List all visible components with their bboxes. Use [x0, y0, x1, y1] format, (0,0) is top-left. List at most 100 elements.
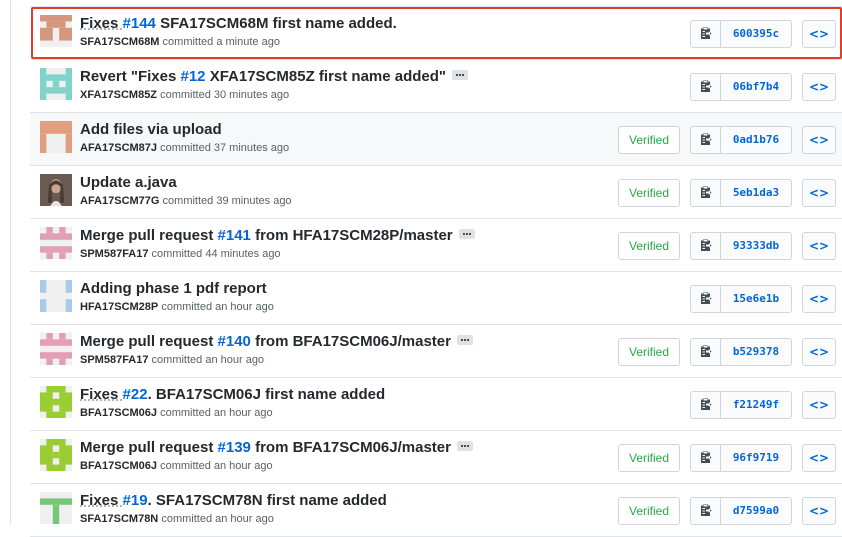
- commit-meta: AFA17SCM77G committed 39 minutes ago: [80, 195, 292, 207]
- copy-sha-button[interactable]: [691, 74, 721, 100]
- copy-sha-button[interactable]: [691, 498, 721, 524]
- author-avatar[interactable]: [40, 333, 72, 365]
- browse-repo-at-commit-button[interactable]: <>: [802, 179, 836, 207]
- issue-link[interactable]: #141: [218, 227, 251, 244]
- commit-message-link[interactable]: from BFA17SCM06J/master: [251, 333, 451, 350]
- issue-link[interactable]: #22: [123, 386, 148, 403]
- commit-message: Update a.java: [80, 174, 542, 192]
- issue-link[interactable]: #12: [181, 68, 206, 85]
- commit-row: Fixes #22. BFA17SCM06J first name added B…: [30, 378, 842, 431]
- expand-message-ellipsis-icon[interactable]: [458, 229, 475, 240]
- commit-sha-link[interactable]: b529378: [721, 339, 791, 365]
- copy-sha-button[interactable]: [691, 286, 721, 312]
- commit-author-link[interactable]: XFA17SCM85Z: [80, 89, 157, 101]
- commit-author-link[interactable]: AFA17SCM77G: [80, 195, 159, 207]
- verified-badge[interactable]: Verified: [618, 179, 680, 207]
- browse-repo-at-commit-button[interactable]: <>: [802, 391, 836, 419]
- commit-author-link[interactable]: BFA17SCM06J: [80, 460, 157, 472]
- commit-author-link[interactable]: SFA17SCM78N: [80, 513, 158, 525]
- commit-time: committed an hour ago: [158, 301, 274, 313]
- commit-sha-link[interactable]: d7599a0: [721, 498, 791, 524]
- author-avatar[interactable]: [40, 492, 72, 524]
- copy-sha-button[interactable]: [691, 233, 721, 259]
- clipboard-icon: [700, 238, 712, 255]
- author-avatar[interactable]: [40, 121, 72, 153]
- expand-message-ellipsis-icon[interactable]: [456, 335, 473, 346]
- commit-message-link[interactable]: Fixes: [80, 492, 123, 509]
- commit-sha-link[interactable]: f21249f: [721, 392, 791, 418]
- commit-message-link[interactable]: Merge pull request: [80, 439, 218, 456]
- commit-message-link[interactable]: from HFA17SCM28P/master: [251, 227, 453, 244]
- author-avatar[interactable]: [40, 439, 72, 471]
- issue-link[interactable]: #139: [218, 439, 251, 456]
- commit-message-link[interactable]: Update a.java: [80, 174, 177, 191]
- author-avatar[interactable]: [40, 227, 72, 259]
- author-avatar[interactable]: [40, 174, 72, 206]
- commit-sha-link[interactable]: 5eb1da3: [721, 180, 791, 206]
- clipboard-icon: [700, 132, 712, 149]
- copy-sha-button[interactable]: [691, 21, 721, 47]
- issue-link[interactable]: #140: [218, 333, 251, 350]
- author-avatar[interactable]: [40, 386, 72, 418]
- expand-message-ellipsis-icon[interactable]: [456, 441, 473, 452]
- commit-message-link[interactable]: . SFA17SCM78N first name added: [148, 492, 387, 509]
- verified-badge[interactable]: Verified: [618, 126, 680, 154]
- commit-message-link[interactable]: . BFA17SCM06J first name added: [148, 386, 386, 403]
- browse-repo-at-commit-button[interactable]: <>: [802, 338, 836, 366]
- commit-row: Revert "Fixes #12 XFA17SCM85Z first name…: [30, 60, 842, 113]
- commit-row: Merge pull request #139 from BFA17SCM06J…: [30, 431, 842, 484]
- commit-sha-link[interactable]: 93333db: [721, 233, 791, 259]
- commit-sha-group: 0ad1b76: [690, 126, 792, 154]
- browse-repo-at-commit-button[interactable]: <>: [802, 232, 836, 260]
- commit-author-link[interactable]: AFA17SCM87J: [80, 142, 157, 154]
- commit-message: Add files via upload: [80, 121, 542, 139]
- commit-message-link[interactable]: from BFA17SCM06J/master: [251, 439, 451, 456]
- commit-sha-group: 93333db: [690, 232, 792, 260]
- author-avatar[interactable]: [40, 68, 72, 100]
- commit-sha-link[interactable]: 600395c: [721, 21, 791, 47]
- author-avatar[interactable]: [40, 15, 72, 47]
- browse-repo-at-commit-button[interactable]: <>: [802, 444, 836, 472]
- commit-author-link[interactable]: SPM587FA17: [80, 354, 148, 366]
- issue-link[interactable]: #144: [123, 15, 156, 32]
- commit-message-link[interactable]: Revert "Fixes: [80, 68, 181, 85]
- commit-author-link[interactable]: BFA17SCM06J: [80, 407, 157, 419]
- commit-message-link[interactable]: XFA17SCM85Z first name added": [206, 68, 446, 85]
- browse-repo-at-commit-button[interactable]: <>: [802, 497, 836, 525]
- verified-badge[interactable]: Verified: [618, 338, 680, 366]
- author-avatar[interactable]: [40, 280, 72, 312]
- commit-sha-group: d7599a0: [690, 497, 792, 525]
- commit-message-link[interactable]: Merge pull request: [80, 227, 218, 244]
- browse-repo-at-commit-button[interactable]: <>: [802, 285, 836, 313]
- commit-sha-link[interactable]: 96f9719: [721, 445, 791, 471]
- commit-author-link[interactable]: SPM587FA17: [80, 248, 148, 260]
- commit-message-link[interactable]: Merge pull request: [80, 333, 218, 350]
- browse-repo-at-commit-button[interactable]: <>: [802, 73, 836, 101]
- copy-sha-button[interactable]: [691, 445, 721, 471]
- commit-message-link[interactable]: Fixes: [80, 386, 123, 403]
- commit-sha-link[interactable]: 15e6e1b: [721, 286, 791, 312]
- commit-message-link[interactable]: Adding phase 1 pdf report: [80, 280, 267, 297]
- commit-message-link[interactable]: Fixes: [80, 15, 123, 32]
- commit-message-link[interactable]: SFA17SCM68M first name added.: [156, 15, 397, 32]
- clipboard-icon: [700, 450, 712, 467]
- clipboard-icon: [700, 291, 712, 308]
- issue-link[interactable]: #19: [123, 492, 148, 509]
- expand-message-ellipsis-icon[interactable]: [452, 70, 469, 81]
- commit-message-link[interactable]: Add files via upload: [80, 121, 222, 138]
- copy-sha-button[interactable]: [691, 127, 721, 153]
- copy-sha-button[interactable]: [691, 180, 721, 206]
- commit-meta: AFA17SCM87J committed 37 minutes ago: [80, 142, 289, 154]
- commit-sha-link[interactable]: 06bf7b4: [721, 74, 791, 100]
- commit-sha-link[interactable]: 0ad1b76: [721, 127, 791, 153]
- verified-badge[interactable]: Verified: [618, 497, 680, 525]
- clipboard-icon: [700, 79, 712, 96]
- browse-repo-at-commit-button[interactable]: <>: [802, 20, 836, 48]
- copy-sha-button[interactable]: [691, 392, 721, 418]
- commit-author-link[interactable]: HFA17SCM28P: [80, 301, 158, 313]
- verified-badge[interactable]: Verified: [618, 444, 680, 472]
- copy-sha-button[interactable]: [691, 339, 721, 365]
- verified-badge[interactable]: Verified: [618, 232, 680, 260]
- commit-author-link[interactable]: SFA17SCM68M: [80, 36, 159, 48]
- browse-repo-at-commit-button[interactable]: <>: [802, 126, 836, 154]
